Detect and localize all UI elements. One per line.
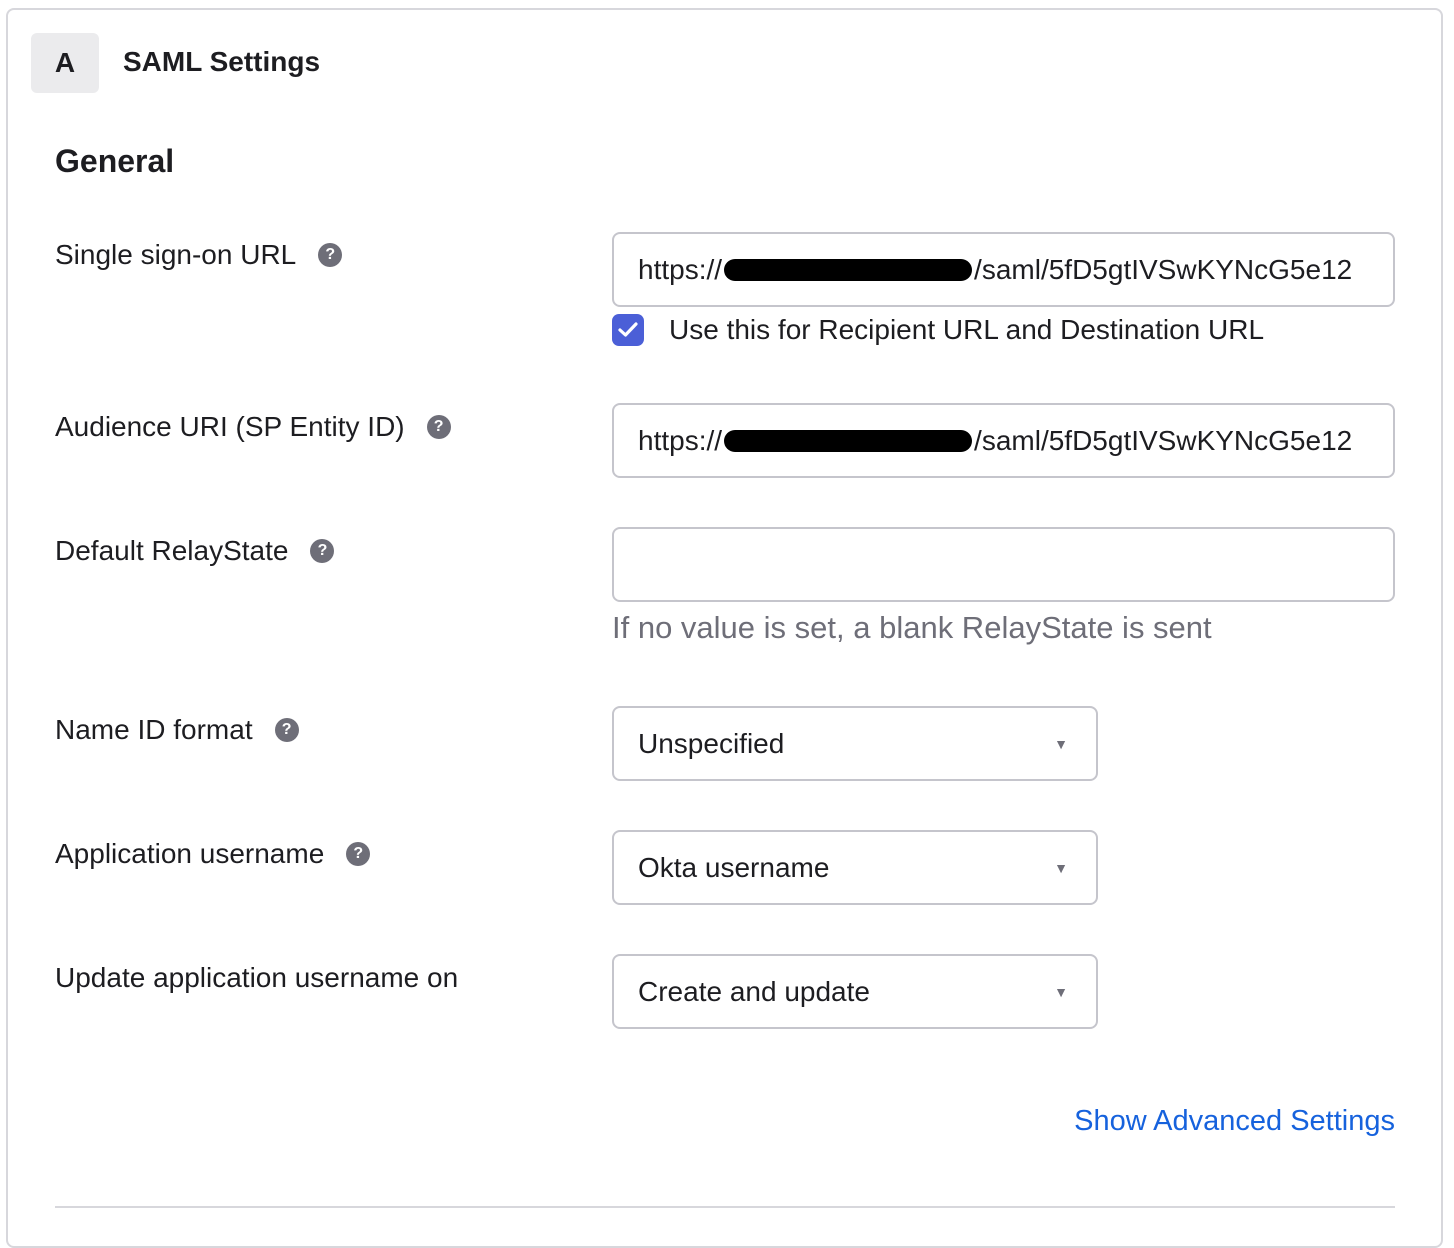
help-icon[interactable]: ? bbox=[310, 539, 335, 563]
app-username-select[interactable]: Okta username ▼ bbox=[612, 830, 1098, 905]
chevron-down-icon: ▼ bbox=[1054, 983, 1068, 1000]
relay-state-label: Default RelayState ? bbox=[55, 535, 335, 567]
step-letter: A bbox=[54, 47, 76, 78]
update-username-on-select[interactable]: Create and update ▼ bbox=[612, 954, 1098, 1029]
name-id-format-select[interactable]: Unspecified ▼ bbox=[612, 706, 1098, 781]
sso-url-prefix: https:// bbox=[638, 253, 723, 285]
chevron-down-icon: ▼ bbox=[1054, 735, 1068, 752]
section-divider bbox=[55, 1206, 1395, 1208]
app-username-value: Okta username bbox=[638, 851, 830, 883]
audience-uri-suffix: /saml/5fD5gtIVSwKYNcG5e12 bbox=[974, 424, 1353, 456]
audience-uri-label-text: Audience URI (SP Entity ID) bbox=[55, 411, 405, 442]
help-icon[interactable]: ? bbox=[426, 415, 451, 439]
sso-url-label-text: Single sign-on URL bbox=[55, 239, 297, 270]
card-title: SAML Settings bbox=[123, 46, 321, 77]
help-icon[interactable]: ? bbox=[318, 243, 343, 267]
recipient-checkbox[interactable] bbox=[612, 314, 644, 346]
step-badge: A bbox=[31, 33, 99, 93]
help-icon[interactable]: ? bbox=[346, 842, 371, 866]
sso-url-label: Single sign-on URL ? bbox=[55, 239, 343, 271]
relay-state-label-text: Default RelayState bbox=[55, 535, 289, 566]
audience-uri-input[interactable]: https:// /saml/5fD5gtIVSwKYNcG5e12 bbox=[612, 403, 1395, 478]
sso-url-input[interactable]: https:// /saml/5fD5gtIVSwKYNcG5e12 bbox=[612, 232, 1395, 307]
checkmark-icon bbox=[618, 322, 638, 337]
redaction-mark bbox=[724, 429, 973, 452]
section-title-general: General bbox=[55, 143, 175, 179]
audience-uri-prefix: https:// bbox=[638, 424, 723, 456]
redaction-mark bbox=[724, 258, 973, 281]
help-icon[interactable]: ? bbox=[274, 718, 299, 742]
name-id-format-label-text: Name ID format bbox=[55, 714, 253, 745]
show-advanced-settings-link[interactable]: Show Advanced Settings bbox=[1074, 1105, 1395, 1138]
audience-uri-label: Audience URI (SP Entity ID) ? bbox=[55, 411, 451, 443]
app-username-label: Application username ? bbox=[55, 838, 371, 870]
chevron-down-icon: ▼ bbox=[1054, 859, 1068, 876]
recipient-checkbox-row[interactable]: Use this for Recipient URL and Destinati… bbox=[612, 314, 1264, 346]
recipient-checkbox-label: Use this for Recipient URL and Destinati… bbox=[669, 314, 1265, 345]
app-username-label-text: Application username bbox=[55, 838, 325, 869]
name-id-format-label: Name ID format ? bbox=[55, 714, 299, 746]
update-username-on-label: Update application username on bbox=[55, 962, 458, 994]
update-username-on-label-text: Update application username on bbox=[55, 962, 459, 993]
name-id-format-value: Unspecified bbox=[638, 727, 785, 759]
sso-url-suffix: /saml/5fD5gtIVSwKYNcG5e12 bbox=[974, 253, 1353, 285]
update-username-on-value: Create and update bbox=[638, 975, 870, 1007]
relay-state-hint: If no value is set, a blank RelayState i… bbox=[612, 610, 1212, 645]
relay-state-input[interactable] bbox=[612, 527, 1395, 602]
